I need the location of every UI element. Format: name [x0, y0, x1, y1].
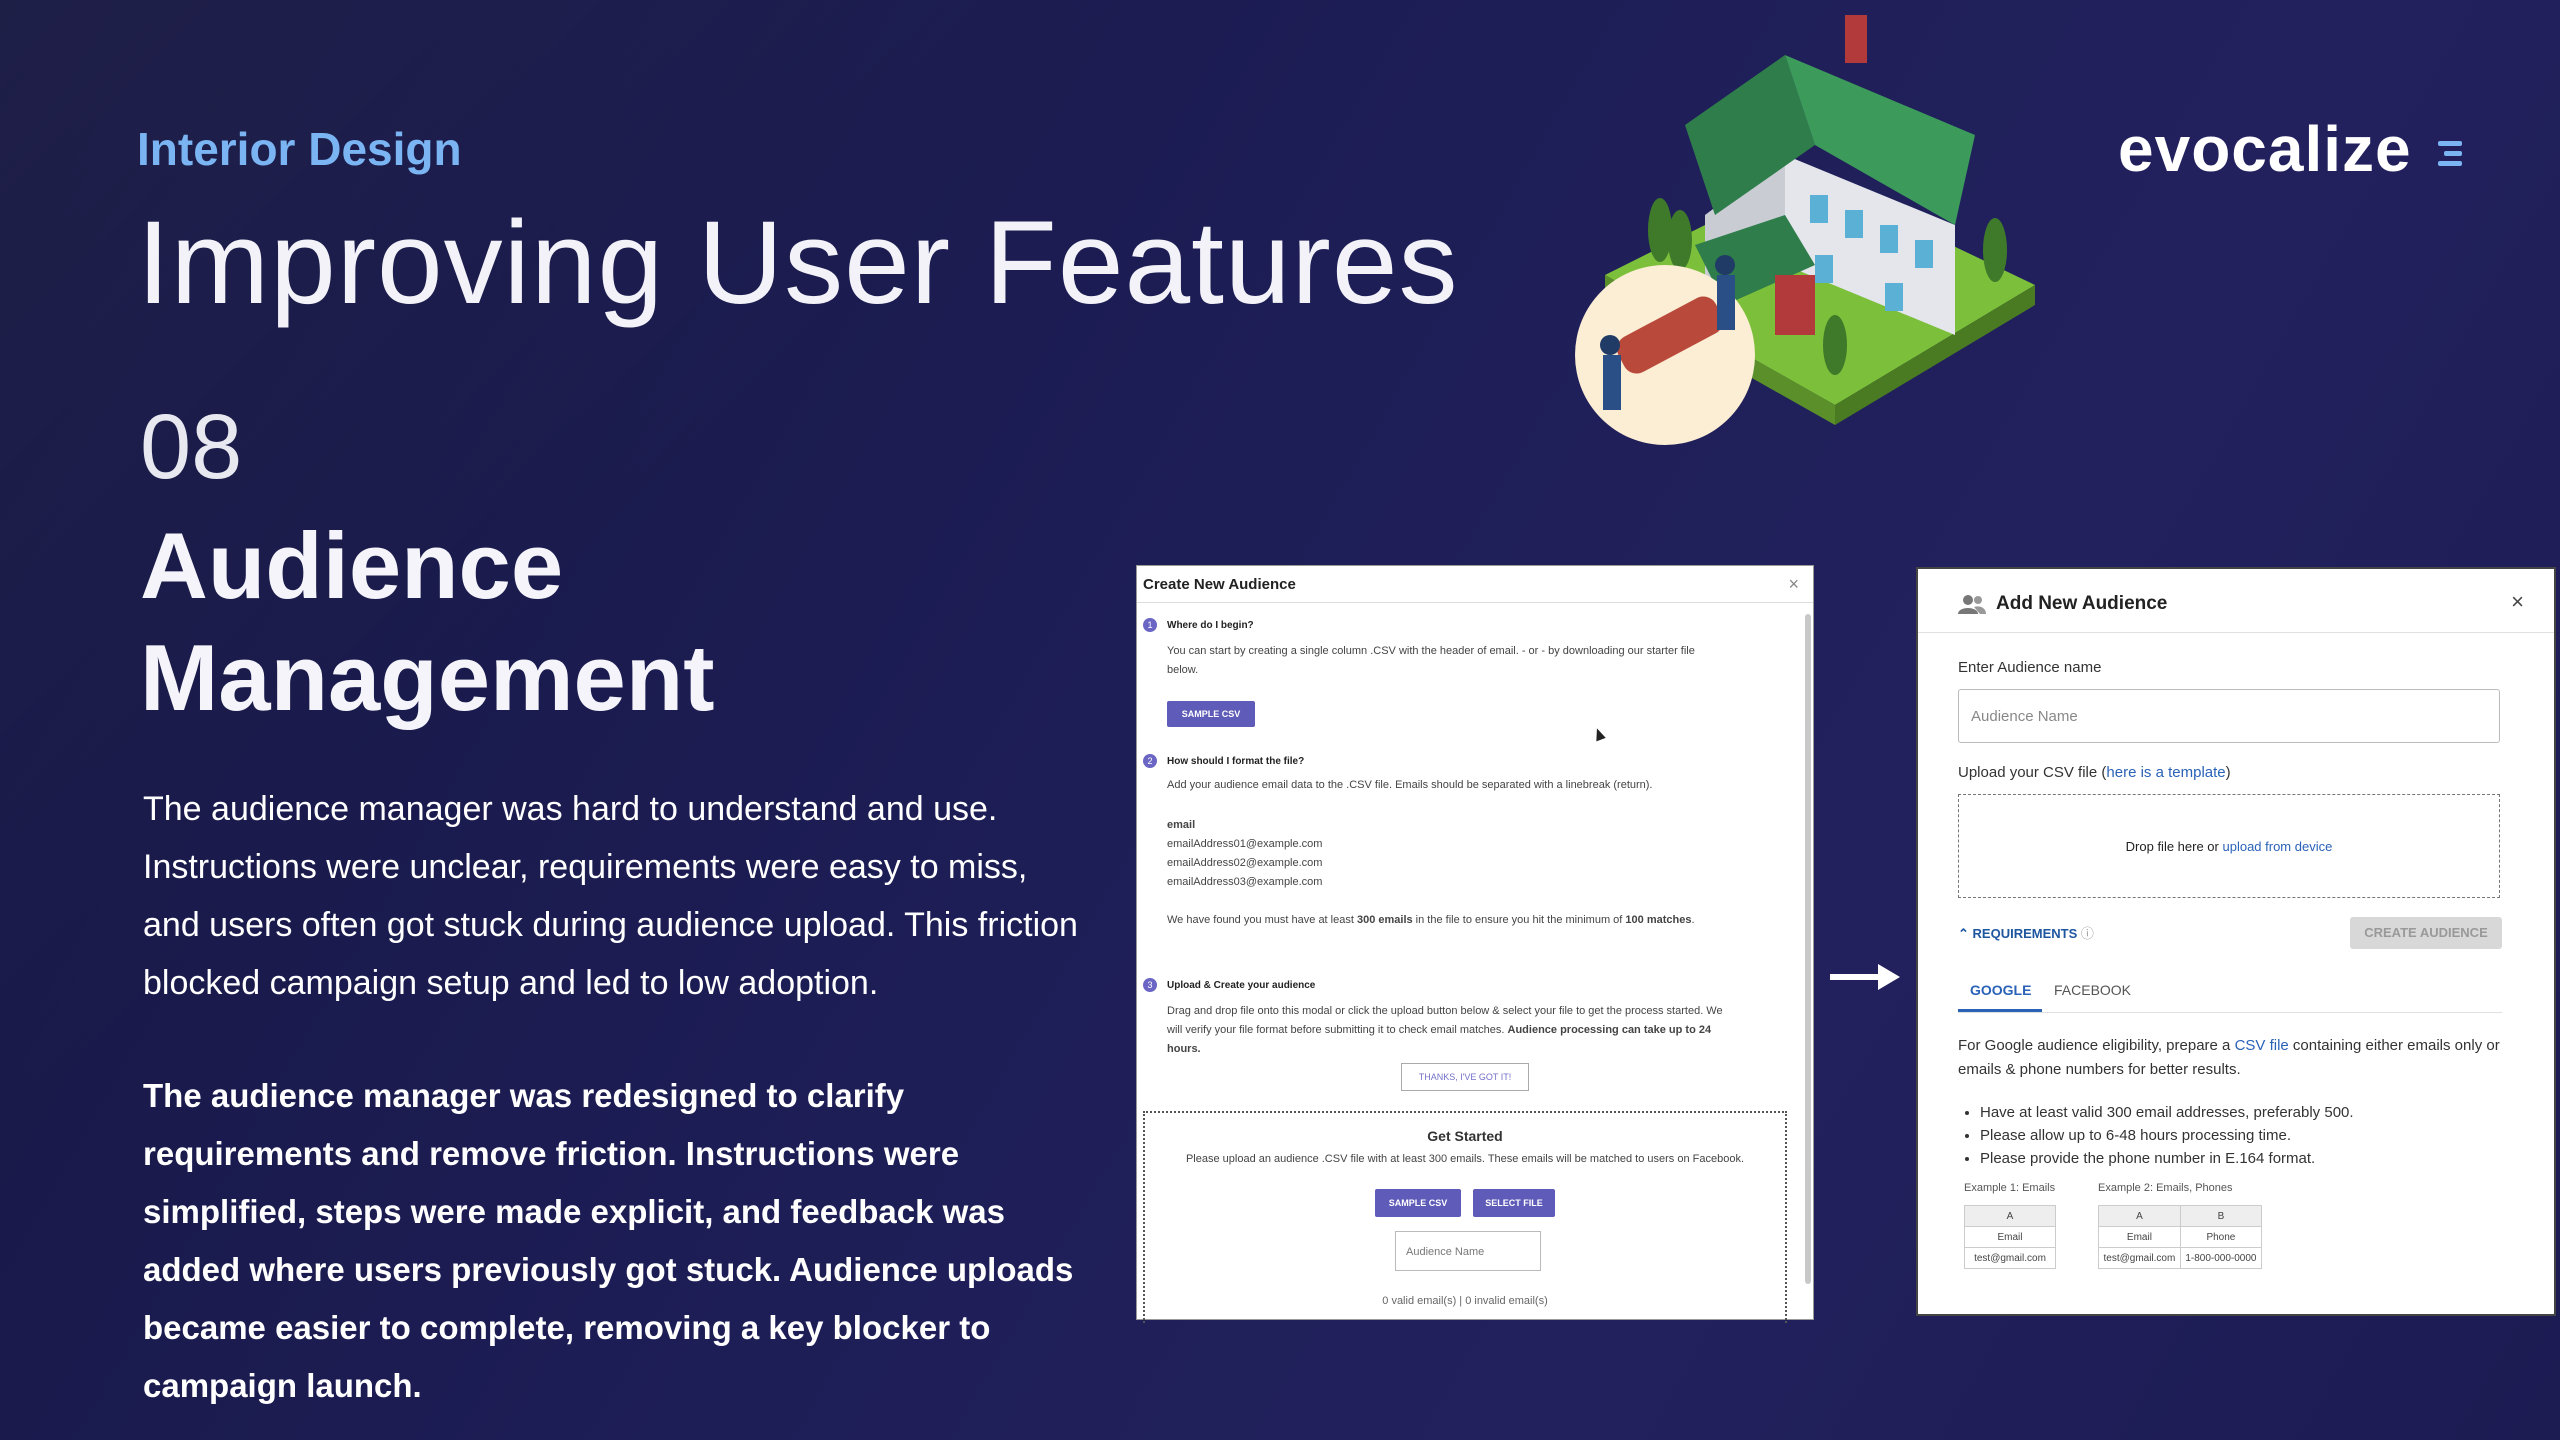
step3-text: Drag and drop file onto this modal or cl…	[1167, 1005, 1723, 1055]
divider	[1137, 602, 1813, 603]
old-audience-modal: Create New Audience × 1 Where do I begin…	[1136, 565, 1814, 1323]
scrollbar[interactable]	[1805, 614, 1811, 1284]
sample-csv-button[interactable]: SAMPLE CSV	[1167, 701, 1255, 727]
section-number: 08	[140, 396, 243, 498]
step-number-3: 3	[1143, 978, 1157, 992]
tab-facebook[interactable]: FACEBOOK	[2054, 982, 2131, 998]
upload-csv-label: Upload your CSV file (here is a template…	[1958, 764, 2231, 781]
section-title: Audience Management	[140, 510, 715, 734]
step1-text: You can start by creating a single colum…	[1167, 645, 1695, 676]
example2-table: AB Email Phone test@gmail.com 1-800-000-00…	[2098, 1205, 2263, 1269]
new-audience-modal: Add New Audience × Enter Audience name A…	[1916, 567, 2556, 1316]
example-email-2: emailAddress02@example.com	[1167, 857, 1323, 869]
requirements-toggle[interactable]: ⌃ REQUIREMENTS ⓘ	[1958, 923, 2094, 942]
step3-heading: Upload & Create your audience	[1167, 980, 1316, 991]
section-title-line1: Audience	[140, 513, 564, 618]
brand-logo: evocalize	[2118, 112, 2464, 186]
select-file-button[interactable]: SELECT FILE	[1473, 1189, 1555, 1217]
list-item: Have at least valid 300 email addresses,…	[1980, 1101, 2354, 1124]
users-icon	[1958, 595, 1986, 614]
audience-name-input[interactable]: Audience Name	[1395, 1231, 1541, 1271]
google-description: For Google audience eligibility, prepare…	[1958, 1037, 2500, 1078]
tab-indicator	[1958, 1009, 2042, 1012]
tab-google[interactable]: GOOGLE	[1970, 982, 2031, 998]
chevron-up-icon: ⌃	[1958, 926, 1969, 941]
example-email-3: emailAddress03@example.com	[1167, 876, 1323, 888]
create-audience-button[interactable]: CREATE AUDIENCE	[2350, 917, 2502, 949]
step1-heading: Where do I begin?	[1167, 620, 1254, 631]
step2-text: Add your audience email data to the .CSV…	[1167, 779, 1653, 791]
get-started-title: Get Started	[1427, 1128, 1503, 1144]
audience-name-input[interactable]: Audience Name	[1958, 689, 2500, 743]
audience-name-label: Enter Audience name	[1958, 659, 2102, 676]
minimum-note: We have found you must have at least 300…	[1167, 914, 1695, 926]
close-icon[interactable]: ×	[1788, 574, 1799, 595]
list-item: Please provide the phone number in E.164…	[1980, 1147, 2354, 1170]
email-count-status: 0 valid email(s) | 0 invalid email(s)	[1382, 1295, 1548, 1307]
step-number-2: 2	[1143, 754, 1157, 768]
upload-from-device-link[interactable]: upload from device	[2222, 839, 2332, 854]
file-dropzone[interactable]: Drop file here or upload from device	[1958, 794, 2500, 898]
thanks-button[interactable]: THANKS, I'VE GOT IT!	[1401, 1063, 1529, 1091]
step2-heading: How should I format the file?	[1167, 756, 1305, 767]
divider	[1918, 632, 2554, 633]
example1-table: A Email test@gmail.com	[1964, 1205, 2056, 1269]
section-title-line2: Management	[140, 625, 715, 730]
step-number-1: 1	[1143, 618, 1157, 632]
page-title: Improving User Features	[137, 197, 1459, 329]
arrow-right-icon	[1830, 964, 1900, 990]
get-started-subtitle: Please upload an audience .CSV file with…	[1185, 1153, 1745, 1165]
close-icon[interactable]: ×	[2511, 589, 2524, 615]
upload-dropzone[interactable]: Get Started Please upload an audience .C…	[1143, 1111, 1787, 1323]
brand-name: evocalize	[2118, 113, 2412, 185]
example2-label: Example 2: Emails, Phones	[2098, 1182, 2233, 1194]
problem-paragraph: The audience manager was hard to underst…	[143, 790, 1078, 1002]
list-item: Please allow up to 6-48 hours processing…	[1980, 1124, 2354, 1147]
requirements-list: Have at least valid 300 email addresses,…	[1958, 1101, 2354, 1170]
solution-paragraph: The audience manager was redesigned to c…	[143, 1077, 1074, 1404]
email-column-header: email	[1167, 819, 1196, 831]
example1-label: Example 1: Emails	[1964, 1182, 2056, 1194]
brand-mark-icon	[2438, 141, 2463, 167]
eyebrow-label: Interior Design	[137, 123, 462, 175]
tab-divider	[1958, 1012, 2502, 1013]
sample-csv-button-2[interactable]: SAMPLE CSV	[1375, 1189, 1461, 1217]
house-illustration	[1575, 15, 2035, 445]
csv-file-link[interactable]: CSV file	[2235, 1037, 2289, 1054]
example-email-1: emailAddress01@example.com	[1167, 838, 1323, 850]
new-modal-title: Add New Audience	[1996, 593, 2168, 614]
old-modal-title: Create New Audience	[1143, 576, 1296, 593]
template-link[interactable]: here is a template	[2106, 764, 2225, 781]
help-icon: ⓘ	[2080, 926, 2094, 941]
